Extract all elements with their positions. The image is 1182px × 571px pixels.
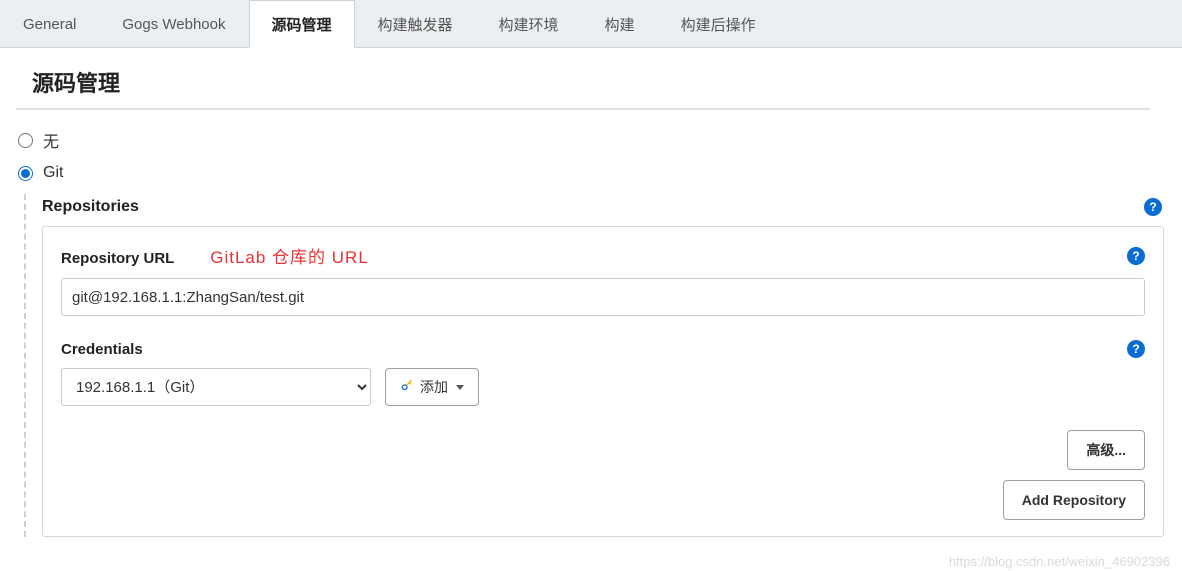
help-icon[interactable]: ? [1127, 340, 1145, 358]
scm-radio-git[interactable] [18, 166, 33, 181]
repo-url-input[interactable] [61, 278, 1145, 316]
watermark-text: https://blog.csdn.net/weixin_46902396 [949, 554, 1170, 569]
chevron-down-icon [456, 385, 464, 390]
tab-build-environment[interactable]: 构建环境 [476, 0, 582, 47]
repo-url-label: Repository URL [61, 250, 174, 267]
credentials-label: Credentials [61, 341, 143, 358]
config-tabs: General Gogs Webhook 源码管理 构建触发器 构建环境 构建 … [0, 0, 1182, 48]
git-config-panel: Repositories ? Repository URL GitLab 仓库的… [24, 194, 1166, 537]
help-icon[interactable]: ? [1144, 198, 1162, 216]
add-credentials-label: 添加 [420, 377, 448, 397]
tab-gogs-webhook[interactable]: Gogs Webhook [99, 0, 248, 47]
key-icon [400, 379, 414, 396]
add-credentials-button[interactable]: 添加 [385, 368, 479, 406]
advanced-button[interactable]: 高级... [1067, 430, 1145, 470]
scm-label-none: 无 [43, 128, 59, 152]
repository-panel: Repository URL GitLab 仓库的 URL ? Credenti… [42, 226, 1164, 537]
scm-option-git-row: Git [16, 158, 1166, 188]
tab-general[interactable]: General [0, 0, 99, 47]
help-icon[interactable]: ? [1127, 247, 1145, 265]
scm-radio-none[interactable] [18, 133, 33, 148]
credentials-select[interactable]: 192.168.1.1（Git） [61, 368, 371, 406]
tab-post-build[interactable]: 构建后操作 [658, 0, 779, 47]
scm-option-none-row: 无 [16, 122, 1166, 158]
tab-build-triggers[interactable]: 构建触发器 [355, 0, 476, 47]
repositories-label: Repositories [42, 198, 139, 216]
add-repository-button[interactable]: Add Repository [1003, 480, 1145, 520]
tab-scm[interactable]: 源码管理 [249, 0, 355, 48]
repo-url-annotation: GitLab 仓库的 URL [210, 248, 369, 267]
scm-label-git: Git [43, 164, 63, 182]
section-title: 源码管理 [16, 48, 1150, 110]
tab-build[interactable]: 构建 [582, 0, 658, 47]
